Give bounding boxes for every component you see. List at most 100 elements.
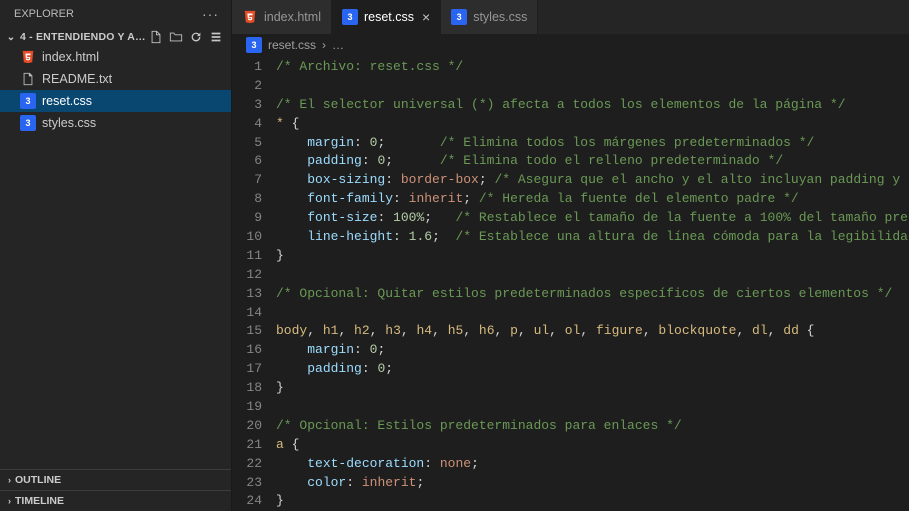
code-line[interactable]: a { xyxy=(276,436,909,455)
code-line[interactable]: margin: 0; /* Elimina todos los márgenes… xyxy=(276,134,909,153)
code-content[interactable]: /* Archivo: reset.css */ /* El selector … xyxy=(276,58,909,511)
tab-reset-css[interactable]: 3 reset.css × xyxy=(332,0,441,34)
line-number: 12 xyxy=(232,266,262,285)
breadcrumb[interactable]: 3 reset.css › … xyxy=(232,34,909,56)
code-editor[interactable]: 1234567891011121314151617181920212223242… xyxy=(232,56,909,511)
line-number: 22 xyxy=(232,455,262,474)
code-line[interactable] xyxy=(276,266,909,285)
line-number: 16 xyxy=(232,341,262,360)
code-line[interactable]: /* Archivo: reset.css */ xyxy=(276,58,909,77)
code-line[interactable]: text-decoration: none; xyxy=(276,455,909,474)
code-line[interactable]: box-sizing: border-box; /* Asegura que e… xyxy=(276,171,909,190)
editor-main: index.html3reset.css×3styles.css 3 reset… xyxy=(232,0,909,511)
tab-label: index.html xyxy=(264,10,321,24)
explorer-title: EXPLORER xyxy=(14,8,74,20)
code-line[interactable]: /* El selector universal (*) afecta a to… xyxy=(276,96,909,115)
section-outline[interactable]: › OUTLINE xyxy=(0,469,231,490)
file-name: reset.css xyxy=(42,94,92,108)
line-number: 14 xyxy=(232,304,262,323)
line-number: 23 xyxy=(232,474,262,493)
section-timeline[interactable]: › TIMELINE xyxy=(0,490,231,511)
css-file-icon: 3 xyxy=(451,9,467,25)
folder-header[interactable]: ⌄ 4 - ENTENDIENDO Y APLICANDO EL RESET C… xyxy=(0,28,231,46)
line-number: 8 xyxy=(232,190,262,209)
code-line[interactable]: /* Opcional: Quitar estilos predetermina… xyxy=(276,285,909,304)
html-file-icon xyxy=(20,49,36,65)
code-line[interactable] xyxy=(276,77,909,96)
line-number: 24 xyxy=(232,492,262,511)
line-number: 7 xyxy=(232,171,262,190)
line-number: 2 xyxy=(232,77,262,96)
folder-actions xyxy=(149,30,225,44)
file-row-index-html[interactable]: index.html xyxy=(0,46,231,68)
code-line[interactable]: * { xyxy=(276,115,909,134)
file-row-README-txt[interactable]: README.txt xyxy=(0,68,231,90)
line-number: 15 xyxy=(232,322,262,341)
tab-label: reset.css xyxy=(364,10,414,24)
text-file-icon xyxy=(20,71,36,87)
line-number: 17 xyxy=(232,360,262,379)
explorer-header: EXPLORER ··· xyxy=(0,0,231,28)
code-line[interactable] xyxy=(276,398,909,417)
section-label: TIMELINE xyxy=(15,495,64,507)
html-file-icon xyxy=(242,9,258,25)
tab-styles-css[interactable]: 3 styles.css xyxy=(441,0,538,34)
line-number: 19 xyxy=(232,398,262,417)
css-file-icon: 3 xyxy=(20,115,36,131)
chevron-down-icon: ⌄ xyxy=(4,32,18,43)
line-number: 1 xyxy=(232,58,262,77)
breadcrumb-separator: › xyxy=(322,38,326,52)
code-line[interactable]: font-family: inherit; /* Hereda la fuent… xyxy=(276,190,909,209)
collapse-all-icon[interactable] xyxy=(209,30,225,44)
line-number: 10 xyxy=(232,228,262,247)
close-icon[interactable]: × xyxy=(422,9,430,25)
css-file-icon: 3 xyxy=(342,9,358,25)
file-row-reset-css[interactable]: 3 reset.css xyxy=(0,90,231,112)
sidebar-bottom: › OUTLINE › TIMELINE xyxy=(0,469,231,511)
code-line[interactable]: } xyxy=(276,379,909,398)
file-name: styles.css xyxy=(42,116,96,130)
file-row-styles-css[interactable]: 3 styles.css xyxy=(0,112,231,134)
line-number: 21 xyxy=(232,436,262,455)
code-line[interactable]: padding: 0; /* Elimina todo el relleno p… xyxy=(276,152,909,171)
line-number: 6 xyxy=(232,152,262,171)
section-label: OUTLINE xyxy=(15,474,61,486)
line-number-gutter: 1234567891011121314151617181920212223242… xyxy=(232,58,276,511)
css-file-icon: 3 xyxy=(246,37,262,53)
code-line[interactable]: body, h1, h2, h3, h4, h5, h6, p, ul, ol,… xyxy=(276,322,909,341)
line-number: 18 xyxy=(232,379,262,398)
tab-index-html[interactable]: index.html xyxy=(232,0,332,34)
code-line[interactable]: line-height: 1.6; /* Establece una altur… xyxy=(276,228,909,247)
code-line[interactable]: } xyxy=(276,247,909,266)
file-name: README.txt xyxy=(42,72,112,86)
code-line[interactable]: padding: 0; xyxy=(276,360,909,379)
code-line[interactable]: color: inherit; xyxy=(276,474,909,493)
line-number: 11 xyxy=(232,247,262,266)
code-line[interactable]: margin: 0; xyxy=(276,341,909,360)
code-line[interactable]: font-size: 100%; /* Restablece el tamaño… xyxy=(276,209,909,228)
tab-label: styles.css xyxy=(473,10,527,24)
css-file-icon: 3 xyxy=(20,93,36,109)
new-folder-icon[interactable] xyxy=(169,30,185,44)
chevron-right-icon: › xyxy=(8,475,11,485)
code-line[interactable]: } xyxy=(276,492,909,511)
line-number: 20 xyxy=(232,417,262,436)
line-number: 9 xyxy=(232,209,262,228)
line-number: 13 xyxy=(232,285,262,304)
breadcrumb-suffix: … xyxy=(332,38,344,52)
tab-bar: index.html 3 reset.css × 3 styles.css xyxy=(232,0,909,34)
chevron-right-icon: › xyxy=(8,496,11,506)
code-line[interactable] xyxy=(276,304,909,323)
line-number: 3 xyxy=(232,96,262,115)
folder-name: 4 - ENTENDIENDO Y APLICANDO EL RESET C… xyxy=(20,31,147,43)
line-number: 5 xyxy=(232,134,262,153)
file-list: index.html README.txt 3 reset.css 3 styles.cs… xyxy=(0,46,231,134)
file-name: index.html xyxy=(42,50,99,64)
code-line[interactable]: /* Opcional: Estilos predeterminados par… xyxy=(276,417,909,436)
breadcrumb-file: reset.css xyxy=(268,38,316,52)
new-file-icon[interactable] xyxy=(149,30,165,44)
explorer-more-icon[interactable]: ··· xyxy=(202,6,219,22)
refresh-icon[interactable] xyxy=(189,30,205,44)
line-number: 4 xyxy=(232,115,262,134)
explorer-sidebar: EXPLORER ··· ⌄ 4 - ENTENDIENDO Y APLICAN… xyxy=(0,0,232,511)
